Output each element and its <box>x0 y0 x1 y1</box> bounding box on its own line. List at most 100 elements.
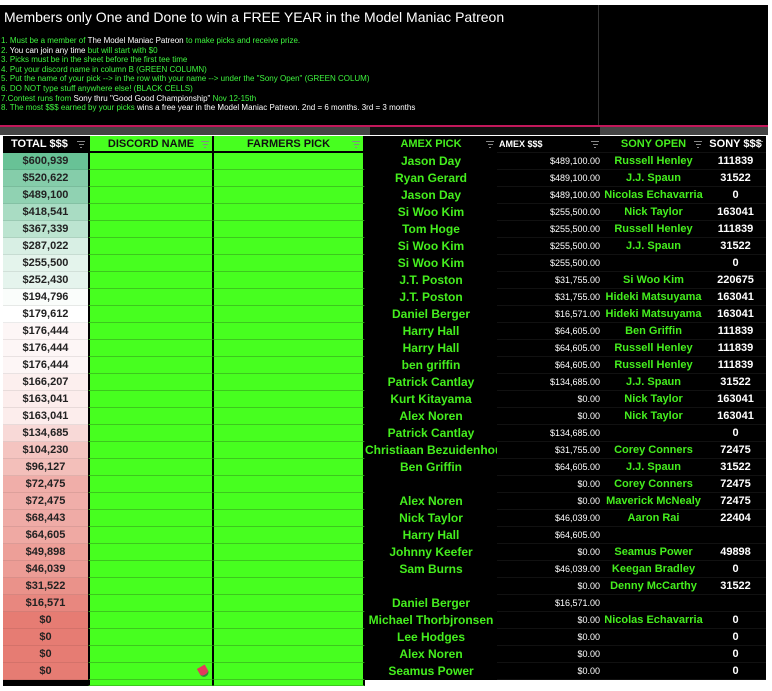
rule-text: You can join any time <box>9 45 86 55</box>
header-sony-money[interactable]: SONY $$$ <box>705 136 766 153</box>
farmers-pick-cell[interactable] <box>213 255 365 272</box>
rule-line: 8. The most $$$ earned by your picks win… <box>1 103 415 113</box>
discord-name-cell[interactable] <box>88 612 213 629</box>
discord-name-cell[interactable] <box>88 272 213 289</box>
farmers-pick-cell[interactable] <box>213 357 365 374</box>
discord-name-cell[interactable] <box>88 408 213 425</box>
amex-money-cell: $31,755.00 <box>497 272 602 289</box>
farmers-pick-cell[interactable] <box>213 510 365 527</box>
farmers-pick-cell[interactable] <box>213 663 365 680</box>
filter-icon[interactable] <box>352 141 360 148</box>
filter-icon[interactable] <box>486 141 494 148</box>
farmers-pick-cell[interactable] <box>213 408 365 425</box>
discord-name-cell[interactable] <box>88 340 213 357</box>
discord-name-cell[interactable] <box>88 425 213 442</box>
farmers-pick-cell[interactable] <box>213 374 365 391</box>
farmers-pick-cell[interactable] <box>213 493 365 510</box>
header-discord-name[interactable]: DISCORD NAME <box>88 136 213 153</box>
header-amex-pick[interactable]: AMEX PICK <box>365 136 497 153</box>
discord-name-cell[interactable] <box>88 204 213 221</box>
header-amex-money[interactable]: AMEX $$$ <box>497 136 602 153</box>
discord-name-cell[interactable] <box>88 663 213 680</box>
discord-name-cell[interactable] <box>88 510 213 527</box>
farmers-pick-cell[interactable] <box>213 238 365 255</box>
discord-name-cell[interactable] <box>88 578 213 595</box>
farmers-pick-cell[interactable] <box>213 425 365 442</box>
rules-list: 1. Must be a member of The Model Maniac … <box>1 36 415 113</box>
farmers-pick-cell[interactable] <box>213 595 365 612</box>
farmers-pick-cell[interactable] <box>213 629 365 646</box>
discord-name-cell[interactable] <box>88 595 213 612</box>
farmers-pick-cell[interactable] <box>213 153 365 170</box>
discord-name-cell[interactable] <box>88 357 213 374</box>
farmers-pick-cell[interactable] <box>213 442 365 459</box>
farmers-pick-cell[interactable] <box>213 323 365 340</box>
sony-pick-cell <box>602 425 705 442</box>
farmers-pick-cell[interactable] <box>213 561 365 578</box>
farmers-pick-cell[interactable] <box>213 391 365 408</box>
sony-money-cell: 0 <box>705 255 766 272</box>
discord-name-cell[interactable] <box>88 187 213 204</box>
farmers-pick-cell[interactable] <box>213 187 365 204</box>
discord-name-cell[interactable] <box>88 306 213 323</box>
farmers-pick-cell[interactable] <box>213 289 365 306</box>
filter-icon[interactable] <box>201 141 209 148</box>
farmers-pick-cell[interactable] <box>213 340 365 357</box>
sony-pick-cell: Russell Henley <box>602 153 705 170</box>
discord-name-cell[interactable] <box>88 493 213 510</box>
farmers-pick-cell[interactable] <box>213 612 365 629</box>
discord-name-cell[interactable] <box>88 527 213 544</box>
total-cell: $0 <box>3 663 88 680</box>
farmers-pick-cell[interactable] <box>213 578 365 595</box>
header-total[interactable]: TOTAL $$$ <box>3 136 88 153</box>
header-farmers-pick[interactable]: FARMERS PICK <box>213 136 365 153</box>
discord-name-cell[interactable] <box>88 391 213 408</box>
discord-name-cell[interactable] <box>88 459 213 476</box>
farmers-pick-cell[interactable] <box>213 170 365 187</box>
discord-name-cell[interactable] <box>88 544 213 561</box>
table-row: $49,898 Johnny Keefer $0.00 Seamus Power 498… <box>0 544 768 561</box>
discord-name-cell[interactable] <box>88 289 213 306</box>
filter-icon[interactable] <box>694 141 702 148</box>
total-cell: $0 <box>3 629 88 646</box>
farmers-pick-cell[interactable] <box>213 272 365 289</box>
sony-pick-cell: Russell Henley <box>602 357 705 374</box>
amex-money-cell: $255,500.00 <box>497 204 602 221</box>
rule-line: 4. Put your discord name in column B (GR… <box>1 65 415 75</box>
farmers-pick-cell[interactable] <box>213 476 365 493</box>
discord-name-cell[interactable] <box>88 153 213 170</box>
discord-name-cell[interactable] <box>88 646 213 663</box>
discord-name-cell[interactable] <box>88 442 213 459</box>
discord-name-cell[interactable] <box>88 476 213 493</box>
farmers-pick-cell[interactable] <box>213 646 365 663</box>
header-label: AMEX PICK <box>400 138 462 150</box>
discord-name-cell[interactable] <box>88 629 213 646</box>
sony-pick-cell: Nicolas Echavarria <box>602 612 705 629</box>
table-row: $252,430 J.T. Poston $31,755.00 Si Woo Kim 2… <box>0 272 768 289</box>
amex-money-cell: $0.00 <box>497 612 602 629</box>
discord-name-cell[interactable] <box>88 680 213 686</box>
farmers-pick-cell[interactable] <box>213 459 365 476</box>
farmers-pick-cell[interactable] <box>213 527 365 544</box>
rule-text: 3. Picks must be in the sheet before the… <box>1 55 188 65</box>
filter-icon[interactable] <box>755 141 763 148</box>
discord-name-cell[interactable] <box>88 170 213 187</box>
filter-icon[interactable] <box>591 141 599 148</box>
table-row: $0 Alex Noren $0.00 0 <box>0 646 768 663</box>
discord-name-cell[interactable] <box>88 238 213 255</box>
discord-name-cell[interactable] <box>88 255 213 272</box>
filter-icon[interactable] <box>77 141 85 148</box>
header-sony-open[interactable]: SONY OPEN <box>602 136 705 153</box>
sony-money-cell: 0 <box>705 612 766 629</box>
amex-money-cell: $0.00 <box>497 629 602 646</box>
discord-name-cell[interactable] <box>88 221 213 238</box>
amex-pick-cell: Si Woo Kim <box>365 238 497 255</box>
farmers-pick-cell[interactable] <box>213 306 365 323</box>
discord-name-cell[interactable] <box>88 323 213 340</box>
farmers-pick-cell[interactable] <box>213 221 365 238</box>
farmers-pick-cell[interactable] <box>213 680 365 686</box>
discord-name-cell[interactable] <box>88 374 213 391</box>
farmers-pick-cell[interactable] <box>213 544 365 561</box>
discord-name-cell[interactable] <box>88 561 213 578</box>
farmers-pick-cell[interactable] <box>213 204 365 221</box>
